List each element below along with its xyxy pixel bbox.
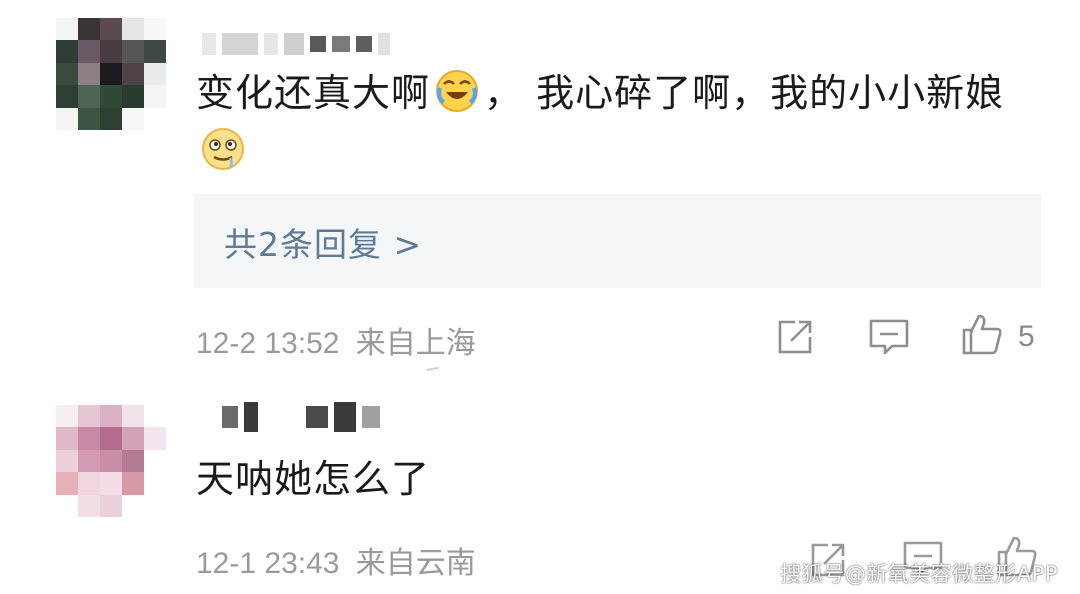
comment-meta: 12-1 23:43 来自云南 bbox=[196, 538, 476, 582]
comment-text-part2: ， 我心碎了啊，我的小小新娘 bbox=[484, 71, 1005, 115]
timestamp: 12-1 23:43 bbox=[196, 547, 340, 580]
like-count: 5 bbox=[1018, 320, 1035, 353]
comment-meta: 12-2 13:52 来自上海 bbox=[196, 318, 476, 362]
divider-mark bbox=[425, 359, 439, 371]
share-button[interactable] bbox=[775, 317, 815, 357]
comment-text: 天呐她怎么了 bbox=[196, 457, 431, 501]
thumbs-up-icon bbox=[960, 312, 1004, 356]
comment-button[interactable] bbox=[868, 318, 910, 356]
source-watermark: 搜狐号@新氧美容微整形APP bbox=[780, 562, 1058, 586]
comment-text-part1: 变化还真大啊 bbox=[196, 71, 431, 115]
avatar-pixelated[interactable] bbox=[56, 18, 166, 130]
like-button[interactable] bbox=[960, 312, 1004, 356]
laugh-cry-emoji-icon bbox=[434, 68, 480, 114]
avatar-pixelated[interactable] bbox=[56, 405, 166, 517]
location: 来自上海 bbox=[355, 327, 476, 360]
share-icon bbox=[775, 317, 815, 357]
replies-panel[interactable]: 共2条回复 > bbox=[194, 194, 1041, 288]
location: 来自云南 bbox=[355, 547, 476, 580]
view-replies-link[interactable]: 共2条回复 > bbox=[224, 218, 422, 266]
comment-icon bbox=[868, 318, 910, 356]
username-pixelated[interactable] bbox=[202, 32, 390, 56]
username-pixelated[interactable] bbox=[222, 402, 380, 432]
comment-text: 变化还真大啊 ， 我心碎了啊，我的小小新娘 bbox=[196, 64, 1046, 180]
timestamp: 12-2 13:52 bbox=[196, 327, 340, 360]
drooling-face-emoji-icon bbox=[200, 126, 246, 172]
